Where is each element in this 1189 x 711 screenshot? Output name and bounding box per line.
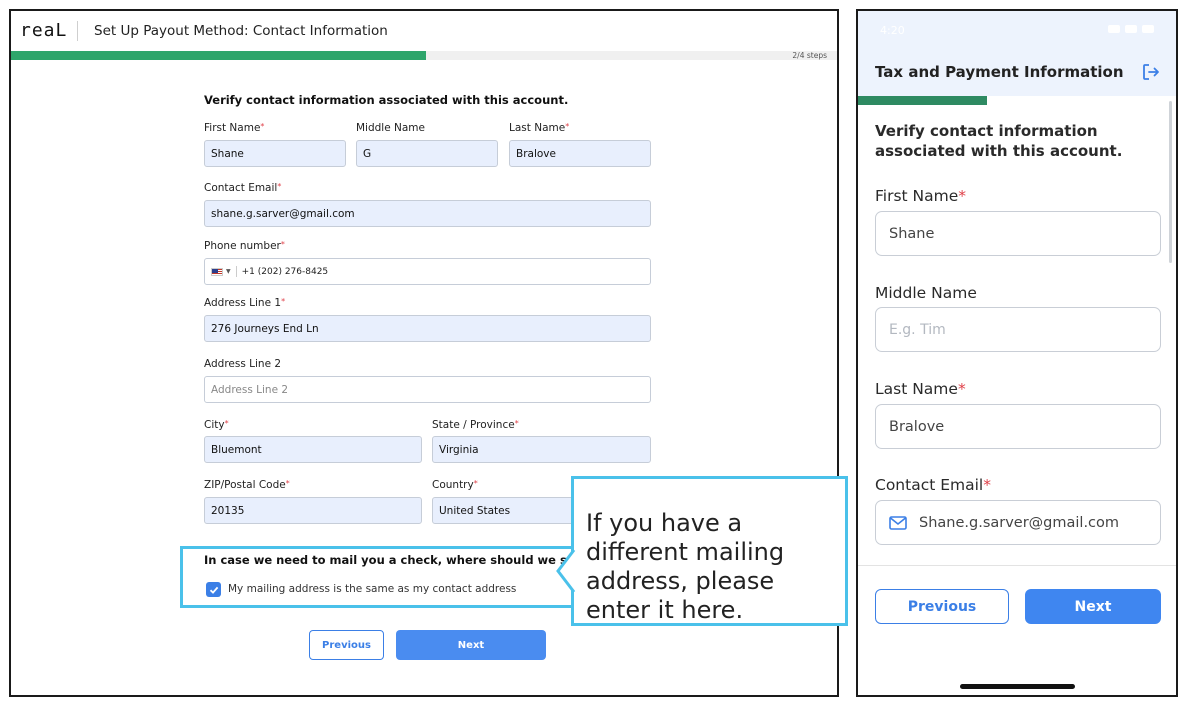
city-label: City* (204, 419, 229, 431)
last-name-input[interactable]: Bralove (509, 140, 651, 167)
home-indicator[interactable] (960, 684, 1075, 689)
mobile-contact-email-label: Contact Email* (875, 476, 991, 494)
mobile-first-name-input[interactable]: Shane (875, 211, 1161, 256)
footer-divider (858, 565, 1176, 566)
zip-input[interactable]: 20135 (204, 497, 422, 524)
mobile-form-heading: Verify contact information associated wi… (875, 122, 1123, 160)
previous-button[interactable]: Previous (309, 630, 384, 660)
phone-value: +1 (202) 276-8425 (241, 266, 329, 277)
contact-email-input[interactable]: shane.g.sarver@gmail.com (204, 200, 651, 227)
mobile-middle-name-label: Middle Name (875, 284, 977, 302)
mobile-next-button[interactable]: Next (1025, 589, 1161, 624)
checkmark-icon (209, 586, 218, 594)
mobile-email-value: Shane.g.sarver@gmail.com (919, 514, 1120, 531)
mailing-same-checkbox[interactable] (206, 582, 221, 597)
status-time: 4:20 (880, 24, 905, 37)
mobile-middle-name-input[interactable]: E.g. Tim (875, 307, 1161, 352)
address-line1-input[interactable]: 276 Journeys End Ln (204, 315, 651, 342)
callout-text: If you have a different mailing address,… (586, 509, 785, 624)
scrollbar[interactable] (1169, 101, 1172, 263)
steps-counter: 2/4 steps (792, 51, 827, 60)
header-divider (77, 21, 78, 41)
mobile-first-name-label: First Name* (875, 187, 967, 205)
real-logo[interactable]: reaL (20, 20, 67, 41)
contact-email-label: Contact Email* (204, 182, 282, 194)
next-button[interactable]: Next (396, 630, 546, 660)
progress-bar (11, 51, 426, 60)
logout-icon[interactable] (1141, 62, 1161, 82)
mobile-last-name-input[interactable]: Bralove (875, 404, 1161, 449)
mailing-same-label[interactable]: My mailing address is the same as my con… (228, 583, 516, 595)
mail-icon (889, 515, 907, 530)
last-name-label: Last Name* (509, 122, 570, 134)
mobile-title: Tax and Payment Information (875, 63, 1124, 81)
state-label: State / Province* (432, 419, 519, 431)
us-flag-icon[interactable] (211, 267, 223, 276)
zip-label: ZIP/Postal Code* (204, 479, 290, 491)
country-label: Country* (432, 479, 478, 491)
phone-input[interactable]: ▼ +1 (202) 276-8425 (204, 258, 651, 285)
address-line2-label: Address Line 2 (204, 358, 282, 370)
callout-pointer (556, 549, 576, 593)
page-title: Set Up Payout Method: Contact Informatio… (94, 23, 388, 39)
address-line1-label: Address Line 1* (204, 297, 286, 309)
mobile-header: 4:20 Tax and Payment Information (858, 11, 1176, 96)
phone-divider (235, 266, 237, 277)
first-name-label: First Name* (204, 122, 265, 134)
phone-label: Phone number* (204, 240, 285, 252)
city-input[interactable]: Bluemont (204, 436, 422, 463)
status-icons (1108, 25, 1154, 33)
mailing-question: In case we need to mail you a check, whe… (204, 553, 612, 567)
mobile-last-name-label: Last Name* (875, 380, 966, 398)
tooltip-callout: If you have a different mailing address,… (571, 476, 848, 626)
chevron-down-icon[interactable]: ▼ (226, 268, 231, 275)
middle-name-input[interactable]: G (356, 140, 498, 167)
middle-name-label: Middle Name (356, 122, 425, 134)
mobile-window: 4:20 Tax and Payment Information Verify … (856, 9, 1178, 697)
mobile-previous-button[interactable]: Previous (875, 589, 1009, 624)
state-select[interactable]: Virginia (432, 436, 651, 463)
first-name-input[interactable]: Shane (204, 140, 346, 167)
desktop-header: reaL Set Up Payout Method: Contact Infor… (11, 11, 837, 51)
address-line2-input[interactable]: Address Line 2 (204, 376, 651, 403)
mobile-progress-bar (858, 96, 987, 105)
mobile-contact-email-input[interactable]: Shane.g.sarver@gmail.com (875, 500, 1161, 545)
form-heading: Verify contact information associated wi… (204, 93, 569, 107)
